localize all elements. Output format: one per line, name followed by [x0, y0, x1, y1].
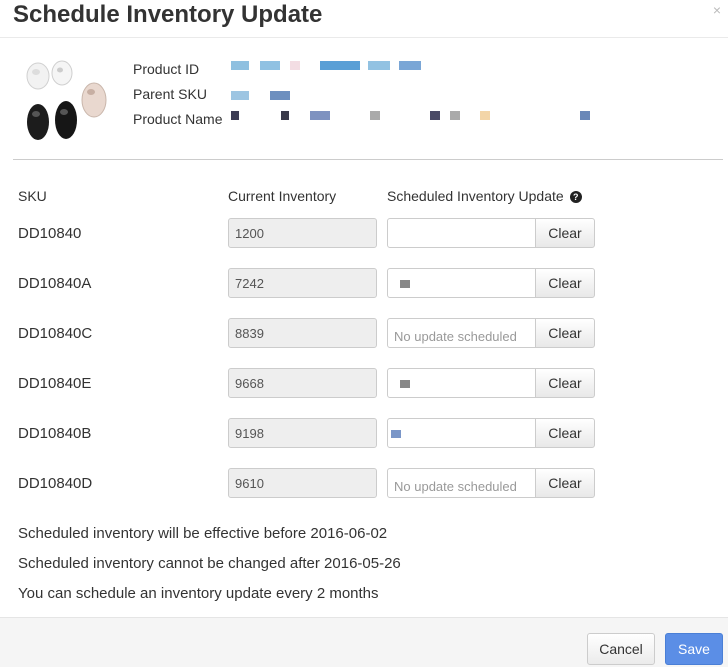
table-row: DD10840C 8839 Clear — [0, 318, 728, 348]
frequency-note: You can schedule an inventory update eve… — [18, 585, 379, 602]
scheduled-update-input[interactable] — [387, 318, 536, 348]
sku-cell: DD10840A — [18, 275, 92, 292]
scheduled-update-input[interactable] — [387, 418, 536, 448]
current-inventory-column-header: Current Inventory — [228, 188, 337, 204]
sku-cell: DD10840B — [18, 425, 92, 442]
sku-cell: DD10840 — [18, 225, 82, 242]
schedule-inventory-modal: Schedule Inventory Update × Product ID P… — [0, 0, 728, 667]
sku-cell: DD10840D — [18, 475, 93, 492]
scheduled-update-header-label: Scheduled Inventory Update — [387, 188, 564, 204]
clear-button[interactable]: Clear — [535, 268, 595, 298]
scheduled-update-input[interactable] — [387, 218, 536, 248]
clear-button[interactable]: Clear — [535, 368, 595, 398]
help-icon[interactable]: ? — [569, 191, 582, 203]
product-image — [24, 56, 108, 144]
current-inventory-field: 9668 — [228, 368, 377, 398]
table-row: DD10840D 9610 Clear — [0, 468, 728, 498]
modal-title: Schedule Inventory Update — [13, 1, 323, 28]
product-name-label: Product Name — [133, 111, 223, 127]
sku-column-header: SKU — [18, 188, 47, 204]
sku-cell: DD10840E — [18, 375, 92, 392]
clear-button[interactable]: Clear — [535, 318, 595, 348]
change-deadline-note: Scheduled inventory cannot be changed af… — [18, 555, 401, 572]
section-divider — [13, 159, 723, 160]
current-inventory-field: 1200 — [228, 218, 377, 248]
table-row: DD10840E 9668 Clear — [0, 368, 728, 398]
scheduled-update-column-header: Scheduled Inventory Update? — [387, 188, 582, 204]
table-row: DD10840B 9198 Clear — [0, 418, 728, 448]
table-row: DD10840 1200 Clear — [0, 218, 728, 248]
table-row: DD10840A 7242 Clear — [0, 268, 728, 298]
clear-button[interactable]: Clear — [535, 418, 595, 448]
current-inventory-field: 9610 — [228, 468, 377, 498]
redacted-value — [400, 380, 410, 388]
sku-cell: DD10840C — [18, 325, 93, 342]
current-inventory-field: 8839 — [228, 318, 377, 348]
redacted-value — [400, 280, 410, 288]
effective-date-note: Scheduled inventory will be effective be… — [18, 525, 388, 542]
scheduled-update-input[interactable] — [387, 468, 536, 498]
parent-sku-label: Parent SKU — [133, 86, 207, 102]
product-id-label: Product ID — [133, 61, 200, 77]
clear-button[interactable]: Clear — [535, 468, 595, 498]
current-inventory-field: 9198 — [228, 418, 377, 448]
save-button[interactable]: Save — [665, 633, 723, 665]
current-inventory-field: 7242 — [228, 268, 377, 298]
close-icon[interactable]: × — [709, 2, 725, 18]
cancel-button[interactable]: Cancel — [587, 633, 655, 665]
clear-button[interactable]: Clear — [535, 218, 595, 248]
header-divider — [0, 37, 728, 38]
redacted-value — [391, 430, 401, 438]
